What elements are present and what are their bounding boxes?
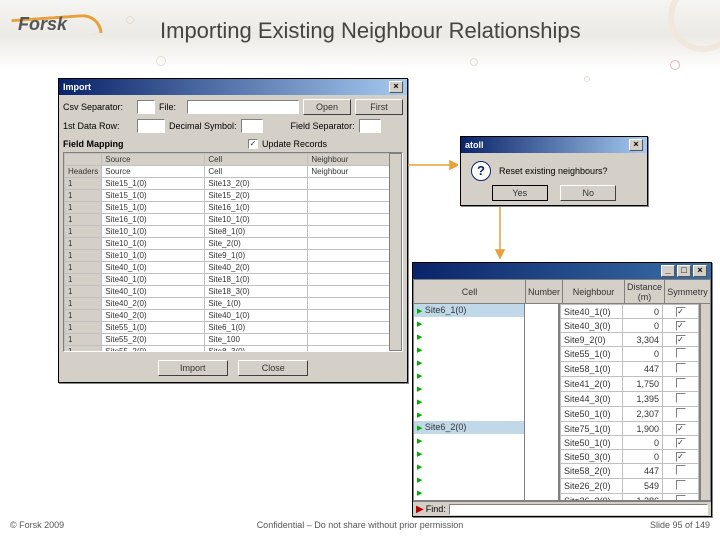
slide-footer: © Forsk 2009 Confidential – Do not share…: [0, 520, 720, 534]
arrow-1: [408, 150, 458, 180]
no-button[interactable]: No: [560, 185, 616, 201]
forsk-logo: Forsk: [12, 8, 107, 40]
decor-dot: [584, 76, 590, 82]
decor-dot: [470, 58, 478, 66]
fieldsep-input[interactable]: [359, 119, 381, 133]
first-button[interactable]: First: [355, 99, 403, 115]
import-titlebar[interactable]: Import ×: [59, 79, 407, 95]
neighbours-titlebar[interactable]: _ □ ×: [413, 263, 711, 279]
col-number[interactable]: Number: [526, 280, 563, 305]
csv-separator-label: Csv Separator:: [63, 102, 133, 112]
import-window: Import × Csv Separator: File: Open First…: [58, 78, 408, 383]
update-label: Update Records: [262, 139, 327, 149]
confirm-dialog: atoll × ? Reset existing neighbours? Yes…: [460, 136, 648, 206]
import-button[interactable]: Import: [158, 360, 228, 376]
close-button[interactable]: Close: [238, 360, 308, 376]
csv-separator-input[interactable]: [137, 100, 155, 114]
col-cell[interactable]: Cell: [414, 280, 526, 305]
file-label: File:: [159, 102, 183, 112]
minimize-icon[interactable]: _: [661, 265, 675, 277]
col-neighbour[interactable]: Neighbour: [563, 280, 625, 305]
close-icon[interactable]: ×: [629, 139, 643, 151]
col-symmetry[interactable]: Symmetry: [665, 280, 711, 305]
decimal-label: Decimal Symbol:: [169, 121, 237, 131]
number-column: [525, 303, 559, 501]
mapping-grid[interactable]: SourceCellNeighbour HeadersSourceCellNei…: [64, 153, 402, 352]
decor-dot: [126, 16, 134, 24]
neighbours-title-text: [417, 266, 659, 276]
import-title-text: Import: [63, 82, 387, 92]
decimal-input[interactable]: [241, 119, 263, 133]
slide-title: Importing Existing Neighbour Relationshi…: [160, 18, 581, 44]
neighbours-window: _ □ × Cell Number Neighbour Distance (m)…: [412, 262, 712, 517]
file-input[interactable]: [187, 100, 299, 114]
decor-dot: [156, 56, 166, 66]
cell-listbox[interactable]: ▶ Site6_1(0)▶ ▶ ▶ ▶ ▶ ▶ ▶ ▶ ▶ Site6_2(0)…: [413, 303, 525, 501]
question-icon: ?: [471, 161, 491, 181]
find-label: Find:: [426, 504, 446, 514]
yes-button[interactable]: Yes: [492, 185, 548, 201]
confirm-title-text: atoll: [465, 140, 627, 150]
close-icon[interactable]: ×: [693, 265, 707, 277]
col-distance[interactable]: Distance (m): [625, 280, 665, 305]
mapping-label: Field Mapping: [63, 139, 248, 149]
fieldsep-label: Field Separator:: [291, 121, 355, 131]
find-input[interactable]: [449, 504, 708, 515]
maximize-icon[interactable]: □: [677, 265, 691, 277]
close-icon[interactable]: ×: [389, 81, 403, 93]
update-checkbox[interactable]: ✓: [248, 139, 258, 149]
vertical-scrollbar[interactable]: [389, 153, 402, 351]
page-number: Slide 95 of 149: [650, 520, 710, 530]
confirm-titlebar[interactable]: atoll ×: [461, 137, 647, 153]
open-button[interactable]: Open: [303, 99, 351, 115]
confidential-text: Confidential – Do not share without prio…: [0, 520, 720, 530]
firstdata-label: 1st Data Row:: [63, 121, 133, 131]
neighbours-table: Cell Number Neighbour Distance (m) Symme…: [413, 279, 711, 305]
neighbour-details: Site40_1(0)0✓Site40_3(0)0✓Site9_2(0)3,30…: [559, 303, 700, 501]
decor-dot: [670, 60, 680, 70]
vertical-scrollbar[interactable]: [700, 303, 711, 501]
confirm-message: Reset existing neighbours?: [499, 166, 608, 176]
record-nav-icon[interactable]: ▶: [416, 504, 424, 515]
firstdata-input[interactable]: [137, 119, 165, 133]
mapping-grid-wrapper: SourceCellNeighbour HeadersSourceCellNei…: [63, 152, 403, 352]
